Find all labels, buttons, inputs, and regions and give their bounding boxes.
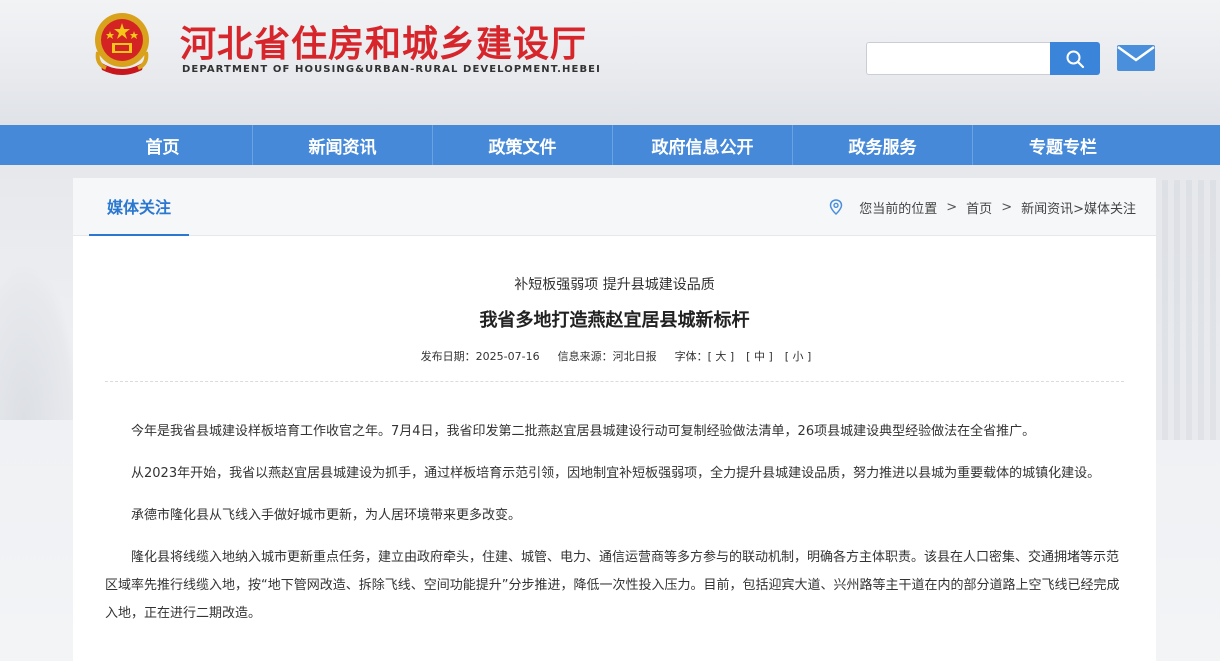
source-label: 信息来源：	[557, 350, 613, 363]
breadcrumb-separator: >	[946, 199, 958, 215]
breadcrumb: 您当前的位置 > 首页 > 新闻资讯>媒体关注	[829, 178, 1136, 236]
nav-item-gov-info[interactable]: 政府信息公开	[613, 125, 793, 165]
breadcrumb-prefix: 您当前的位置	[859, 201, 938, 217]
nav-item-services[interactable]: 政务服务	[793, 125, 973, 165]
location-pin-icon	[829, 199, 843, 215]
article-divider	[105, 381, 1124, 382]
nav-item-topics[interactable]: 专题专栏	[973, 125, 1153, 165]
article-body: 今年是我省县城建设样板培育工作收官之年。7月4日，我省印发第二批燕赵宜居县城建设…	[105, 418, 1124, 642]
mail-button[interactable]	[1116, 44, 1156, 72]
source-value: 河北日报	[612, 350, 657, 363]
background-hills-decoration	[0, 260, 80, 420]
article-paragraph: 今年是我省县城建设样板培育工作收官之年。7月4日，我省印发第二批燕赵宜居县城建设…	[131, 424, 1036, 439]
content-panel: 媒体关注 您当前的位置 > 首页 > 新闻资讯>媒体关注 补短板强弱项 提升县城…	[73, 178, 1156, 661]
panel-header: 媒体关注 您当前的位置 > 首页 > 新闻资讯>媒体关注	[73, 178, 1156, 236]
article-subtitle: 补短板强弱项 提升县城建设品质	[514, 277, 715, 293]
article-paragraph: 隆化县将线缆入地纳入城市更新重点任务，建立由政府牵头，住建、城管、电力、通信运营…	[105, 550, 1120, 621]
font-size-small-button[interactable]: [ 小 ]	[785, 348, 812, 364]
article-paragraph: 承德市隆化县从飞线入手做好城市更新，为人居环境带来更多改变。	[131, 508, 522, 523]
search-button[interactable]	[1050, 42, 1100, 75]
publish-date-value: 2025-07-16	[475, 350, 540, 363]
publish-date: 发布日期：2025-07-16	[421, 348, 540, 364]
font-size-medium-button[interactable]: [ 中 ]	[746, 348, 773, 364]
search-input[interactable]	[866, 42, 1050, 75]
section-tab-media[interactable]: 媒体关注	[89, 178, 189, 236]
site-title: 河北省住房和城乡建设厅	[180, 24, 588, 65]
main-navigation: 首页 新闻资讯 政策文件 政府信息公开 政务服务 专题专栏	[0, 125, 1220, 165]
background-building-decoration	[1150, 180, 1220, 440]
article-meta: 发布日期：2025-07-16 信息来源：河北日报 字体： [ 大 ] [ 中 …	[73, 348, 1156, 364]
mail-icon	[1117, 45, 1155, 71]
publish-date-label: 发布日期：	[420, 350, 476, 363]
article-title: 我省多地打造燕赵宜居县城新标杆	[479, 310, 750, 331]
breadcrumb-path-link[interactable]: 新闻资讯>媒体关注	[1021, 198, 1136, 217]
font-size-label: 字体：	[674, 350, 708, 363]
site-subtitle: DEPARTMENT OF HOUSING&URBAN-RURAL DEVELO…	[182, 64, 601, 75]
font-size-control: 字体：	[675, 348, 708, 364]
article-source: 信息来源：河北日报	[558, 348, 657, 364]
search-icon	[1066, 50, 1085, 68]
breadcrumb-separator: >	[1001, 199, 1013, 215]
nav-item-news[interactable]: 新闻资讯	[253, 125, 433, 165]
nav-item-home[interactable]: 首页	[73, 125, 253, 165]
national-emblem-icon	[90, 10, 154, 78]
nav-item-policy[interactable]: 政策文件	[433, 125, 613, 165]
article-paragraph: 从2023年开始，我省以燕赵宜居县城建设为抓手，通过样板培育示范引领，因地制宜补…	[131, 466, 1101, 481]
font-size-large-button[interactable]: [ 大 ]	[708, 348, 735, 364]
breadcrumb-home-link[interactable]: 首页	[966, 198, 992, 217]
